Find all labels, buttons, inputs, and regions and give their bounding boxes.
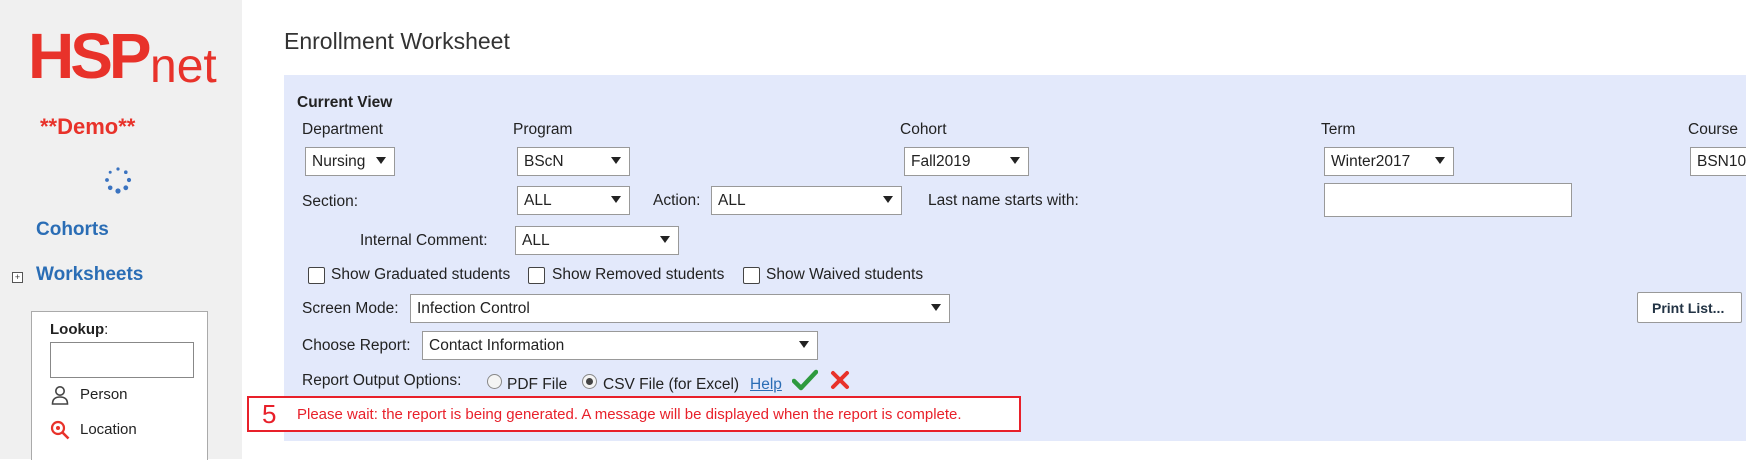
chevron-down-icon bbox=[1435, 157, 1445, 164]
pdf-label: PDF File bbox=[507, 376, 568, 393]
waived-label: Show Waived students bbox=[766, 266, 924, 283]
help-link[interactable]: Help bbox=[750, 376, 782, 394]
chevron-down-icon bbox=[931, 304, 941, 311]
lookup-person[interactable]: Person bbox=[50, 385, 128, 405]
lookup-title: Lookup: bbox=[50, 321, 109, 338]
last-name-label: Last name starts with: bbox=[928, 192, 1079, 209]
action-label: Action: bbox=[653, 192, 701, 209]
sidebar: HSP net **Demo** Cohorts + Worksheets Lo… bbox=[0, 0, 242, 460]
screen-mode-label: Screen Mode: bbox=[302, 300, 399, 317]
csv-radio[interactable] bbox=[582, 374, 597, 389]
demo-label: **Demo** bbox=[40, 114, 136, 139]
confirm-check-icon[interactable] bbox=[791, 369, 819, 396]
lookup-location[interactable]: Location bbox=[50, 420, 137, 440]
program-label: Program bbox=[513, 121, 573, 138]
chevron-down-icon bbox=[611, 157, 621, 164]
graduated-checkbox[interactable] bbox=[308, 267, 325, 284]
cancel-x-icon[interactable] bbox=[830, 370, 850, 395]
chevron-down-icon bbox=[376, 157, 386, 164]
report-status-message: 5 Please wait: the report is being gener… bbox=[247, 396, 1021, 432]
hspnet-logo[interactable]: HSP net bbox=[28, 20, 218, 93]
loading-spinner-icon bbox=[104, 166, 132, 194]
course-label: Course bbox=[1688, 121, 1738, 138]
internal-comment-select[interactable]: ALL bbox=[515, 226, 679, 255]
section-label: Section: bbox=[302, 193, 359, 210]
page-title: Enrollment Worksheet bbox=[284, 28, 510, 54]
cohort-select[interactable]: Fall2019 bbox=[904, 147, 1029, 176]
last-name-input[interactable] bbox=[1324, 183, 1572, 217]
print-list-button[interactable]: Print List... bbox=[1637, 292, 1742, 323]
svg-text:HSP: HSP bbox=[28, 24, 150, 86]
chevron-down-icon bbox=[611, 196, 621, 203]
section-select[interactable]: ALL bbox=[517, 186, 630, 215]
lookup-panel: Lookup: Person Location bbox=[31, 311, 208, 460]
removed-label: Show Removed students bbox=[552, 266, 725, 283]
status-text: Please wait: the report is being generat… bbox=[297, 406, 962, 423]
choose-report-select[interactable]: Contact Information bbox=[422, 331, 818, 360]
chevron-down-icon bbox=[883, 196, 893, 203]
program-select[interactable]: BScN bbox=[517, 147, 630, 176]
choose-report-label: Choose Report: bbox=[302, 337, 411, 354]
pdf-radio[interactable] bbox=[487, 374, 502, 389]
chevron-down-icon bbox=[660, 236, 670, 243]
chevron-down-icon bbox=[1010, 157, 1020, 164]
removed-checkbox[interactable] bbox=[528, 267, 545, 284]
nav-worksheets[interactable]: Worksheets bbox=[36, 264, 143, 286]
waived-checkbox[interactable] bbox=[743, 267, 760, 284]
term-select[interactable]: Winter2017 bbox=[1324, 147, 1454, 176]
nav-cohorts[interactable]: Cohorts bbox=[36, 219, 109, 241]
department-label: Department bbox=[302, 121, 383, 138]
course-select[interactable]: BSN10 bbox=[1690, 147, 1746, 176]
step-number: 5 bbox=[262, 399, 277, 429]
cohort-label: Cohort bbox=[900, 121, 947, 138]
screen-mode-select[interactable]: Infection Control bbox=[410, 294, 950, 323]
report-output-label: Report Output Options: bbox=[302, 372, 462, 389]
chevron-down-icon bbox=[799, 341, 809, 348]
expand-icon[interactable]: + bbox=[12, 272, 23, 283]
location-search-icon bbox=[50, 420, 70, 440]
current-view-heading: Current View bbox=[297, 94, 393, 111]
term-label: Term bbox=[1321, 121, 1356, 138]
person-icon bbox=[50, 385, 70, 405]
internal-comment-label: Internal Comment: bbox=[360, 232, 488, 249]
filter-panel: Current View Department Program Cohort T… bbox=[284, 75, 1746, 441]
svg-text:net: net bbox=[150, 40, 217, 86]
department-select[interactable]: Nursing bbox=[305, 147, 395, 176]
csv-label: CSV File (for Excel) bbox=[603, 376, 740, 393]
action-select[interactable]: ALL bbox=[711, 186, 902, 215]
graduated-label: Show Graduated students bbox=[331, 266, 511, 283]
lookup-input[interactable] bbox=[50, 342, 194, 378]
